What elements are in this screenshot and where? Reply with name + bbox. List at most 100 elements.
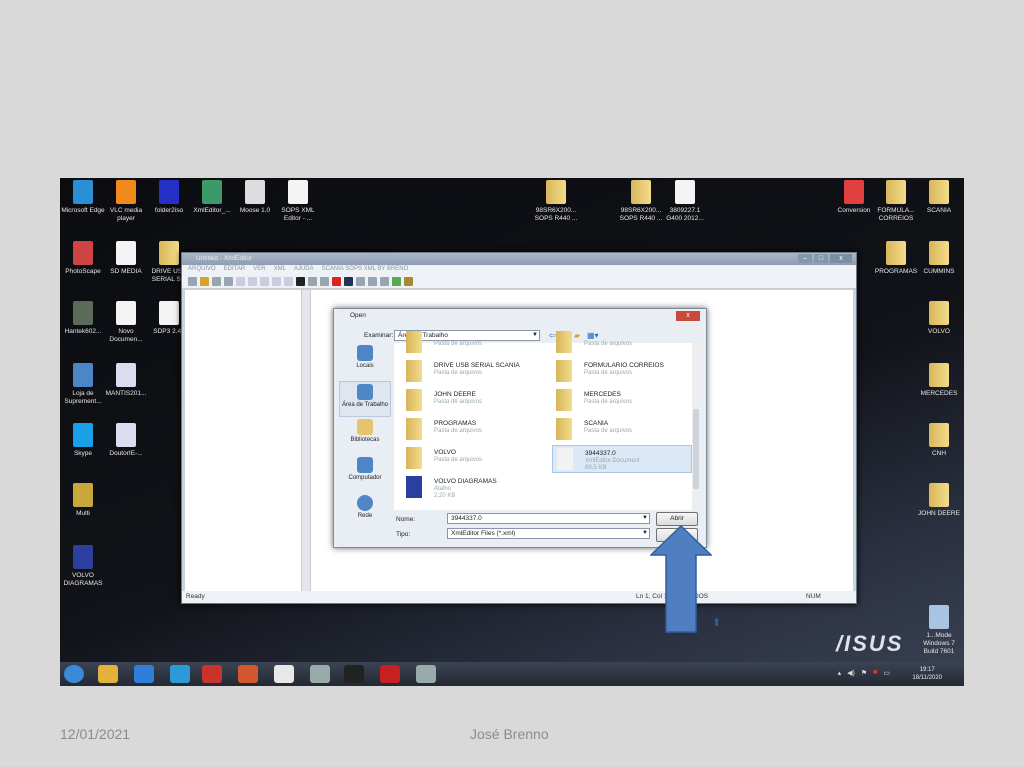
- place-network[interactable]: Rede: [339, 495, 391, 531]
- splitter[interactable]: [301, 290, 311, 591]
- taskbar-notepad-icon[interactable]: [274, 665, 294, 683]
- bookmark-icon[interactable]: [332, 277, 341, 286]
- desktop-icon-item[interactable]: MANTIS201...: [103, 363, 149, 398]
- taskbar-chrome-icon[interactable]: [98, 665, 118, 683]
- redo-icon[interactable]: [284, 277, 293, 286]
- desktop-icon-item[interactable]: CUMMINS: [916, 241, 962, 276]
- file-name: 3944337.0: [585, 450, 616, 457]
- desktop-icon-item[interactable]: MERCEDES: [916, 363, 962, 398]
- desktop-icon-item[interactable]: 98SR6X200... SOPS R440 ...: [618, 180, 664, 223]
- open-icon[interactable]: [200, 277, 209, 286]
- desktop-icon-item[interactable]: FORMULA... CORREIOS: [873, 180, 919, 223]
- tool-icon[interactable]: [380, 277, 389, 286]
- place-computer[interactable]: Computador: [339, 457, 391, 493]
- undo-icon[interactable]: [272, 277, 281, 286]
- desktop-icon-item[interactable]: Multi: [60, 483, 106, 518]
- desktop-icon-item[interactable]: CNH: [916, 423, 962, 458]
- desktop-icon-item[interactable]: Moose 1.0: [232, 180, 278, 215]
- validate-icon[interactable]: [344, 277, 353, 286]
- desktop-icon-item[interactable]: SCANIA: [916, 180, 962, 215]
- run-icon[interactable]: [404, 277, 413, 286]
- taskbar-edge-icon[interactable]: [170, 665, 190, 683]
- file-list-item[interactable]: DRIVE USB SERIAL SCANIA Pasta de arquivos: [402, 358, 542, 386]
- maximize-button[interactable]: □: [814, 254, 828, 263]
- taskbar-ie-icon[interactable]: [134, 665, 154, 683]
- paste-icon[interactable]: [260, 277, 269, 286]
- place-libraries[interactable]: Bibliotecas: [339, 419, 391, 455]
- menu-xml[interactable]: XML: [274, 266, 286, 274]
- desktop-icon-item[interactable]: SD MEDIA: [103, 241, 149, 276]
- file-list[interactable]: Pasta de arquivos Pasta de arquivos DRIVE …: [394, 331, 692, 510]
- file-list-item[interactable]: VOLVO Pasta de arquivos: [402, 445, 542, 473]
- menu-ajuda[interactable]: AJUDA: [294, 266, 314, 274]
- new-icon[interactable]: [188, 277, 197, 286]
- file-list-item[interactable]: Pasta de arquivos: [402, 329, 542, 357]
- app-icon: [73, 301, 93, 325]
- file-list-item[interactable]: 3944337.0 XmlEditor.Document 89,5 KB: [552, 445, 692, 473]
- menu-arquivo[interactable]: ARQUIVO: [188, 266, 216, 274]
- open-button[interactable]: Abrir: [656, 512, 698, 526]
- tool-icon[interactable]: [368, 277, 377, 286]
- desktop-icon-item[interactable]: VLC media player: [103, 180, 149, 223]
- taskbar-acrobat-icon[interactable]: [380, 665, 400, 683]
- doc-icon[interactable]: [392, 277, 401, 286]
- taskbar-antivirus-icon[interactable]: [202, 665, 222, 683]
- file-list-item[interactable]: PROGRAMAS Pasta de arquivos: [402, 416, 542, 444]
- file-list-item[interactable]: FORMULARIO CORREIOS Pasta de arquivos: [552, 358, 692, 386]
- tool-icon[interactable]: [356, 277, 365, 286]
- desktop-icon-item[interactable]: Hantek602...: [60, 301, 106, 336]
- filetype-select[interactable]: XmlEditor Files (*.xml) ▼: [447, 528, 650, 539]
- desktop-icon-item[interactable]: DoutorIE-...: [103, 423, 149, 458]
- desktop-icon-item[interactable]: 98SR6X200... SOPS R440 ...: [533, 180, 579, 223]
- desktop-icon-item[interactable]: Loja de Suprement...: [60, 363, 106, 406]
- taskbar-powerpoint-icon[interactable]: [238, 665, 258, 683]
- desktop-icon-item[interactable]: VOLVO DIAGRAMAS: [60, 545, 106, 588]
- taskbar-obd-icon[interactable]: [310, 665, 330, 683]
- desktop-icon-item[interactable]: Microsoft Edge: [60, 180, 106, 215]
- place-locais[interactable]: Locais: [339, 345, 391, 381]
- clock[interactable]: 19:17 18/11/2020: [912, 666, 942, 682]
- menu-editar[interactable]: EDITAR: [224, 266, 246, 274]
- replace-icon[interactable]: [320, 277, 329, 286]
- file-list-scrollbar[interactable]: [692, 343, 700, 510]
- desktop-icon-item[interactable]: Conversion: [831, 180, 877, 215]
- desktop-icon-item[interactable]: PhotoScape: [60, 241, 106, 276]
- taskbar-start-icon[interactable]: [64, 665, 84, 683]
- filename-input[interactable]: 3944337.0 ▼: [447, 513, 650, 524]
- file-list-item[interactable]: JOHN DEERE Pasta de arquivos: [402, 387, 542, 415]
- file-list-item[interactable]: MERCEDES Pasta de arquivos: [552, 387, 692, 415]
- menu-ver[interactable]: VER: [253, 266, 265, 274]
- desktop-icon-item[interactable]: VOLVO: [916, 301, 962, 336]
- file-icon: [116, 301, 136, 325]
- desktop-icon-item[interactable]: XmlEditor_...: [189, 180, 235, 215]
- folder-icon: [886, 180, 906, 204]
- file-list-item[interactable]: VOLVO DIAGRAMAS Atalho 2,20 KB: [402, 474, 542, 502]
- menu-scania[interactable]: SCANIA SOPS XML BY BRENO: [322, 266, 409, 274]
- copy-icon[interactable]: [248, 277, 257, 286]
- file-list-item[interactable]: SCANIA Pasta de arquivos: [552, 416, 692, 444]
- taskbar-sdp3-icon[interactable]: [344, 665, 364, 683]
- network-tray-icon[interactable]: ▭: [883, 669, 890, 677]
- save-icon[interactable]: [212, 277, 221, 286]
- desktop-icon-item[interactable]: PROGRAMAS: [873, 241, 919, 276]
- cut-icon[interactable]: [236, 277, 245, 286]
- desktop-icon-item[interactable]: Novo Documen...: [103, 301, 149, 344]
- minimize-button[interactable]: –: [798, 254, 812, 263]
- find-next-icon[interactable]: [308, 277, 317, 286]
- flag-icon[interactable]: ⚑: [861, 669, 867, 677]
- close-button[interactable]: x: [830, 254, 852, 263]
- desktop-icon-item[interactable]: folder2iso: [146, 180, 192, 215]
- place-desktop[interactable]: Área de Trabalho: [339, 381, 391, 417]
- desktop-icon-item[interactable]: SOPS XML Editor - ...: [275, 180, 321, 223]
- desktop-icon-item[interactable]: JOHN DEERE: [916, 483, 962, 518]
- tray-expand-icon[interactable]: ▴: [838, 669, 842, 677]
- print-icon[interactable]: [224, 277, 233, 286]
- desktop-icon-item[interactable]: 3809227.1 G400 2012...: [662, 180, 708, 223]
- taskbar-obd2-icon[interactable]: [416, 665, 436, 683]
- file-list-item[interactable]: Pasta de arquivos: [552, 329, 692, 357]
- volume-icon[interactable]: ◀): [847, 669, 855, 677]
- find-icon[interactable]: [296, 277, 305, 286]
- dialog-close-button[interactable]: x: [676, 311, 700, 321]
- desktop-icon-item[interactable]: Skype: [60, 423, 106, 458]
- antivirus-tray-icon[interactable]: ■: [873, 669, 877, 677]
